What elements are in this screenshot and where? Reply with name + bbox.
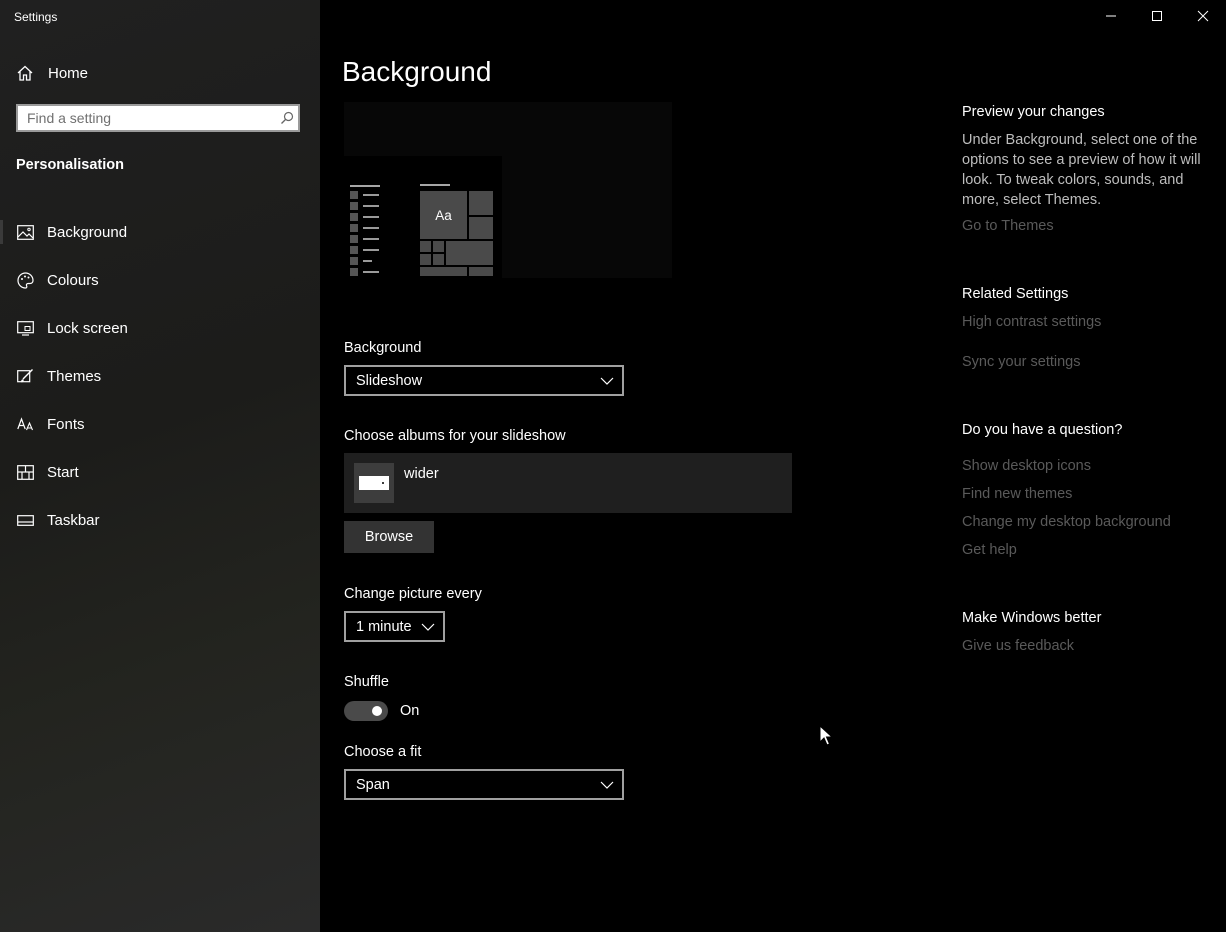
sidebar-item-start[interactable]: Start bbox=[0, 448, 320, 496]
interval-dropdown[interactable]: 1 minute bbox=[344, 611, 445, 642]
picture-icon bbox=[16, 223, 34, 241]
sidebar: Settings Home Personalisation Background… bbox=[0, 0, 320, 932]
related-settings-heading: Related Settings bbox=[962, 286, 1069, 302]
sidebar-item-taskbar[interactable]: Taskbar bbox=[0, 496, 320, 544]
fit-dropdown-value: Span bbox=[356, 776, 390, 793]
home-nav-item[interactable]: Home bbox=[16, 62, 88, 84]
maximize-icon bbox=[1152, 11, 1162, 21]
folder-icon bbox=[354, 463, 394, 503]
start-icon bbox=[16, 463, 34, 481]
find-new-themes-link[interactable]: Find new themes bbox=[962, 486, 1072, 502]
toggle-knob bbox=[372, 706, 382, 716]
fonts-icon bbox=[16, 415, 34, 433]
desktop-preview-image bbox=[344, 102, 672, 278]
shuffle-toggle[interactable] bbox=[344, 701, 388, 721]
brush-icon bbox=[16, 367, 34, 385]
sidebar-item-lock-screen[interactable]: Lock screen bbox=[0, 304, 320, 352]
lock-screen-icon bbox=[16, 319, 34, 337]
background-preview: Aa bbox=[344, 102, 672, 278]
change-desktop-background-link[interactable]: Change my desktop background bbox=[962, 514, 1171, 530]
app-title: Settings bbox=[14, 10, 58, 24]
sidebar-item-background[interactable]: Background bbox=[0, 208, 320, 256]
chevron-down-icon bbox=[600, 781, 614, 789]
home-icon bbox=[17, 65, 33, 81]
sidebar-item-label: Themes bbox=[47, 367, 102, 385]
taskbar-icon bbox=[16, 511, 34, 529]
show-desktop-icons-link[interactable]: Show desktop icons bbox=[962, 458, 1091, 474]
search-box[interactable] bbox=[16, 104, 300, 132]
close-icon bbox=[1197, 10, 1209, 22]
give-feedback-link[interactable]: Give us feedback bbox=[962, 638, 1074, 654]
sidebar-item-colours[interactable]: Colours bbox=[0, 256, 320, 304]
sidebar-item-label: Start bbox=[47, 463, 79, 481]
sidebar-item-label: Taskbar bbox=[47, 511, 100, 529]
close-button[interactable] bbox=[1180, 0, 1226, 32]
fit-label: Choose a fit bbox=[344, 744, 422, 760]
home-label: Home bbox=[48, 64, 89, 82]
sidebar-item-fonts[interactable]: Fonts bbox=[0, 400, 320, 448]
page-title: Background bbox=[342, 56, 492, 87]
search-icon[interactable] bbox=[276, 111, 298, 125]
album-name: wider bbox=[404, 466, 439, 482]
interval-label: Change picture every bbox=[344, 586, 482, 602]
preview-heading: Preview your changes bbox=[962, 104, 1105, 120]
question-heading: Do you have a question? bbox=[962, 422, 1123, 438]
maximize-button[interactable] bbox=[1134, 0, 1180, 32]
background-label: Background bbox=[344, 340, 422, 356]
background-dropdown[interactable]: Slideshow bbox=[344, 365, 624, 396]
mouse-cursor-icon bbox=[819, 725, 833, 746]
search-input[interactable] bbox=[18, 109, 276, 127]
high-contrast-link[interactable]: High contrast settings bbox=[962, 314, 1101, 330]
fit-dropdown[interactable]: Span bbox=[344, 769, 624, 800]
shuffle-label: Shuffle bbox=[344, 674, 389, 690]
chevron-down-icon bbox=[600, 377, 614, 385]
minimize-button[interactable] bbox=[1088, 0, 1134, 32]
sync-settings-link[interactable]: Sync your settings bbox=[962, 354, 1080, 370]
nav-list: Background Colours Lock screen Themes Fo… bbox=[0, 208, 320, 544]
minimize-icon bbox=[1106, 15, 1116, 17]
chevron-down-icon bbox=[421, 623, 435, 631]
background-dropdown-value: Slideshow bbox=[356, 372, 423, 389]
preview-tile-text: Aa bbox=[435, 207, 452, 223]
browse-button[interactable]: Browse bbox=[344, 521, 434, 553]
interval-dropdown-value: 1 minute bbox=[356, 618, 412, 635]
preview-description: Under Background, select one of the opti… bbox=[962, 132, 1201, 208]
sidebar-item-label: Lock screen bbox=[47, 319, 128, 337]
palette-icon bbox=[16, 271, 34, 289]
go-to-themes-link[interactable]: Go to Themes bbox=[962, 218, 1054, 234]
sidebar-item-label: Background bbox=[47, 223, 128, 241]
shuffle-state-text: On bbox=[400, 703, 420, 719]
get-help-link[interactable]: Get help bbox=[962, 542, 1017, 558]
section-title: Personalisation bbox=[16, 157, 124, 173]
album-list-item[interactable]: wider bbox=[344, 453, 792, 513]
sidebar-item-themes[interactable]: Themes bbox=[0, 352, 320, 400]
sidebar-item-label: Fonts bbox=[47, 415, 85, 433]
sidebar-item-label: Colours bbox=[47, 271, 99, 289]
albums-label: Choose albums for your slideshow bbox=[344, 428, 566, 444]
make-windows-better-heading: Make Windows better bbox=[962, 610, 1102, 626]
